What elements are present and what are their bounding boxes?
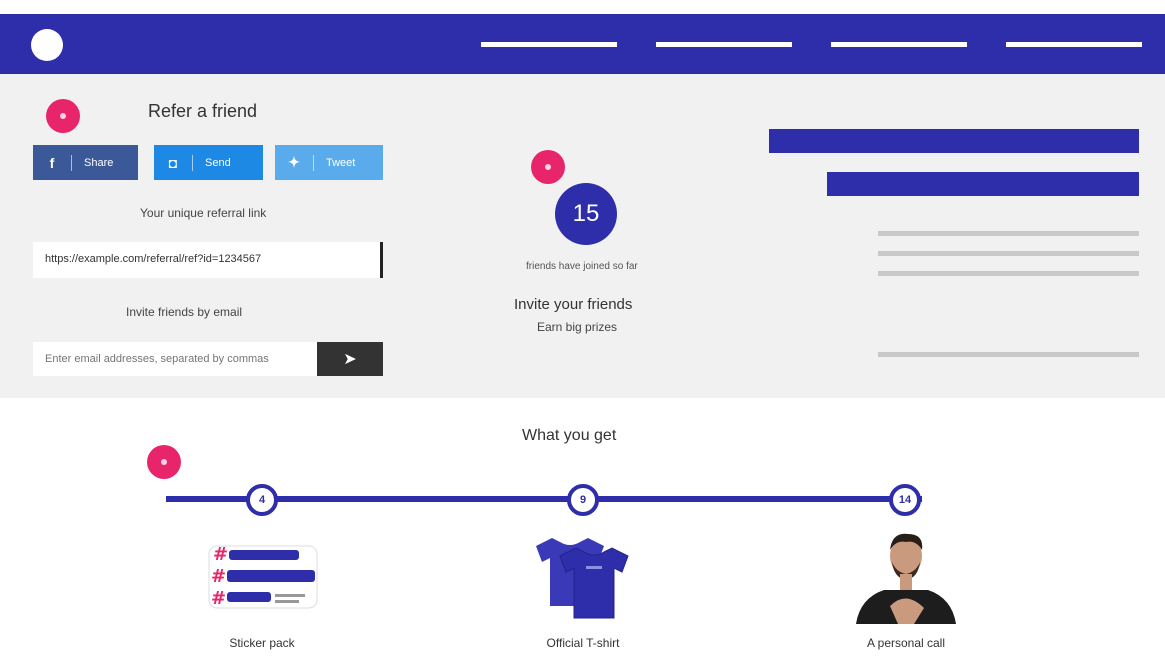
nav-link-1[interactable] <box>481 42 617 47</box>
right-sub-banner-bar <box>827 172 1139 196</box>
email-invite-label: Invite friends by email <box>126 305 243 319</box>
milestone-node-1: 4 <box>246 484 278 516</box>
top-navigation-bar <box>0 14 1165 74</box>
nav-link-4[interactable] <box>1006 42 1142 47</box>
twitter-tweet-label: Tweet <box>326 156 356 169</box>
placeholder-line <box>878 271 1139 276</box>
right-banner-bar <box>769 129 1139 153</box>
reward-caption-1: Sticker pack <box>229 636 295 650</box>
twitter-tweet-button[interactable]: ✦ Tweet <box>275 145 383 180</box>
svg-text:#: # <box>213 544 228 565</box>
counter-caption: friends have joined so far <box>526 261 638 272</box>
referral-link-label: Your unique referral link <box>140 206 267 220</box>
personal-call-image <box>856 533 956 624</box>
divider <box>313 154 314 171</box>
nav-link-2[interactable] <box>656 42 792 47</box>
share-title: Refer a friend <box>148 101 258 121</box>
step-marker-rewards <box>147 445 181 479</box>
messenger-send-button[interactable]: ◘ Send <box>154 145 263 180</box>
step-marker-counter <box>531 150 565 184</box>
friends-joined-counter: 15 <box>555 183 617 245</box>
messenger-icon: ◘ <box>168 154 178 171</box>
svg-text:#: # <box>211 566 226 587</box>
reward-caption-3: A personal call <box>866 636 946 650</box>
counter-subtitle: Earn big prizes <box>537 320 618 334</box>
divider <box>71 154 72 171</box>
counter-title: Invite your friends <box>514 296 633 313</box>
facebook-icon: f <box>49 154 55 171</box>
logo[interactable] <box>31 29 63 61</box>
svg-text:#: # <box>211 588 226 609</box>
sticker-pack-image: # # # <box>208 544 318 609</box>
placeholder-line <box>878 231 1139 236</box>
rewards-title: What you get <box>522 427 617 444</box>
milestone-node-2: 9 <box>567 484 599 516</box>
reward-caption-2: Official T-shirt <box>546 636 620 650</box>
send-icon: ➤ <box>343 351 357 368</box>
email-input[interactable] <box>33 342 317 376</box>
facebook-share-label: Share <box>84 156 114 169</box>
rewards-progress-track <box>166 496 922 502</box>
nav-link-3[interactable] <box>831 42 967 47</box>
placeholder-line <box>878 251 1139 256</box>
referral-link-field[interactable]: https://example.com/referral/ref?id=1234… <box>33 242 383 278</box>
messenger-send-label: Send <box>205 156 231 169</box>
placeholder-line <box>878 352 1139 357</box>
twitter-icon: ✦ <box>288 154 300 170</box>
divider <box>192 154 193 171</box>
t-shirt-image <box>536 538 629 619</box>
send-invite-button[interactable]: ➤ <box>317 342 383 376</box>
milestone-node-3: 14 <box>889 484 921 516</box>
step-marker-share <box>46 99 80 133</box>
facebook-share-button[interactable]: f Share <box>33 145 138 180</box>
